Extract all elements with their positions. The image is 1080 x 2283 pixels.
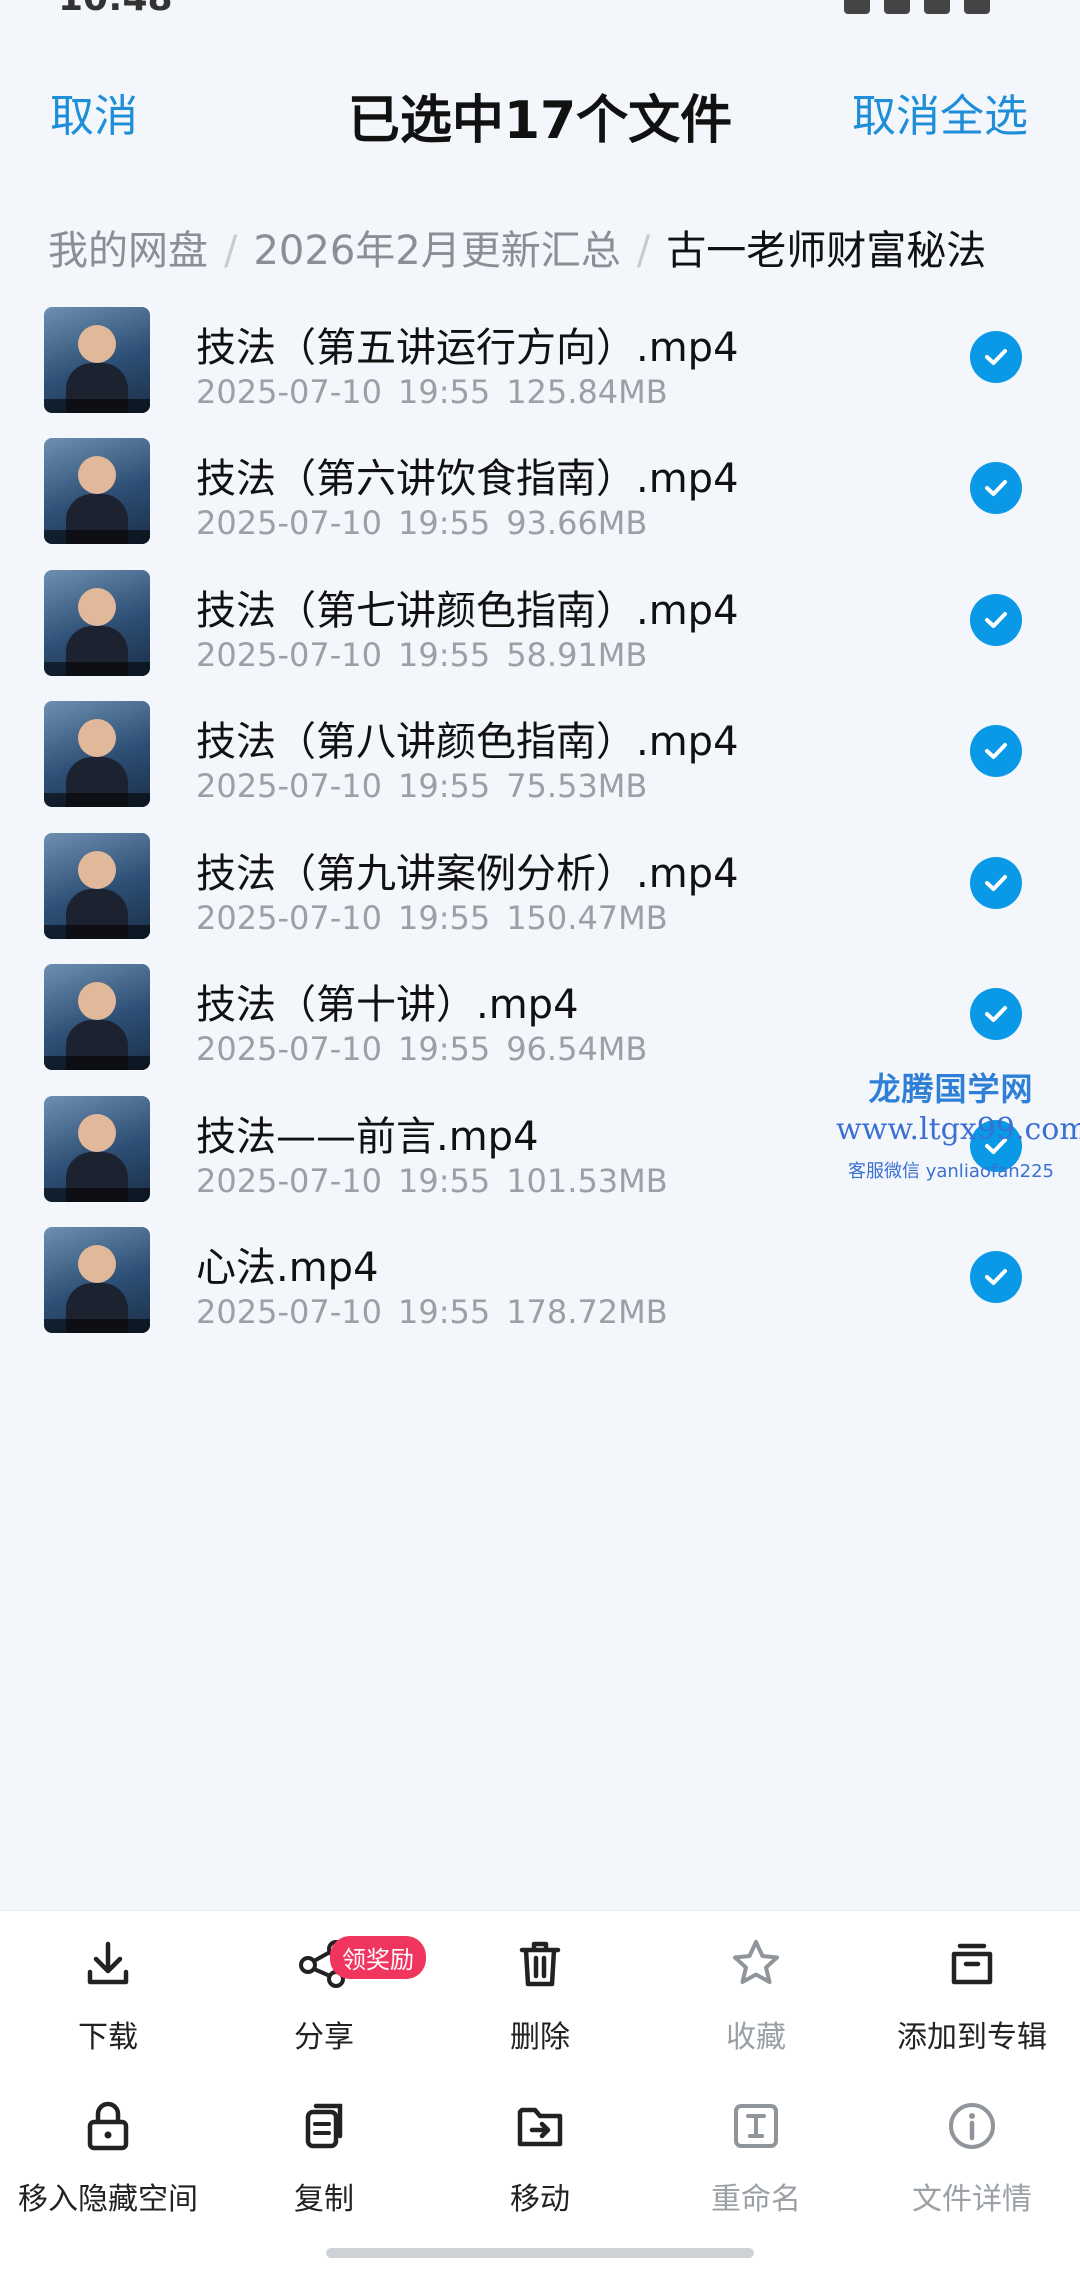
- file-time: 19:55: [397, 504, 491, 542]
- file-date: 2025-07-10: [196, 1030, 382, 1068]
- rename-icon: [726, 2096, 786, 2156]
- file-time: 19:55: [397, 1030, 491, 1068]
- file-time: 19:55: [397, 899, 491, 937]
- breadcrumb-folder[interactable]: 2026年2月更新汇总: [253, 228, 620, 274]
- file-name: 心法.mp4: [196, 1245, 379, 1291]
- checkbox-checked-icon[interactable]: [970, 594, 1022, 646]
- file-date: 2025-07-10: [196, 767, 382, 805]
- share-reward-badge: 领奖励: [330, 1936, 426, 1979]
- checkbox-checked-icon[interactable]: [970, 725, 1022, 777]
- file-date: 2025-07-10: [196, 636, 382, 674]
- video-thumbnail: [44, 1096, 150, 1202]
- lock-icon: [78, 2096, 138, 2156]
- file-meta: 2025-07-10 19:55 101.53MB: [196, 1162, 668, 1200]
- file-name: 技法（第五讲运行方向）.mp4: [196, 325, 739, 371]
- file-size: 101.53MB: [506, 1162, 668, 1200]
- file-size: 58.91MB: [506, 636, 648, 674]
- file-name: 技法——前言.mp4: [196, 1114, 539, 1160]
- checkbox-checked-icon[interactable]: [970, 1251, 1022, 1303]
- move-folder-icon: [510, 2096, 570, 2156]
- breadcrumb-separator: /: [636, 228, 651, 274]
- file-meta: 2025-07-10 19:55 93.66MB: [196, 504, 647, 542]
- action-label: 移动: [510, 2182, 570, 2217]
- checkbox-checked-icon[interactable]: [970, 331, 1022, 383]
- watermark-url: www.ltgx99.com: [836, 1112, 1080, 1147]
- album-icon: [942, 1934, 1002, 1994]
- watermark-contact: 客服微信 yanliaofan225: [848, 1161, 1054, 1182]
- file-meta: 2025-07-10 19:55 58.91MB: [196, 636, 647, 674]
- breadcrumb-separator: /: [224, 228, 238, 274]
- file-meta: 2025-07-10 19:55 75.53MB: [196, 767, 647, 805]
- status-bar: 10:48: [0, 0, 1080, 20]
- breadcrumb: 我的网盘 / 2026年2月更新汇总 / 古一老师财富秘法: [48, 218, 986, 276]
- selection-header: 取消 已选中17个文件 取消全选: [0, 20, 1080, 190]
- action-label: 收藏: [726, 2020, 786, 2055]
- copy-icon: [294, 2096, 354, 2156]
- file-date: 2025-07-10: [196, 504, 382, 542]
- file-time: 19:55: [397, 636, 491, 674]
- video-thumbnail: [44, 438, 150, 544]
- file-name: 技法（第十讲）.mp4: [196, 982, 579, 1028]
- video-thumbnail: [44, 964, 150, 1070]
- video-thumbnail: [44, 701, 150, 807]
- watermark: 龙腾国学网 www.ltgx99.com 客服微信 yanliaofan225: [836, 1064, 1080, 1183]
- download-icon: [78, 1934, 138, 1994]
- status-time: 10:48: [58, 0, 173, 19]
- file-name: 技法（第八讲颜色指南）.mp4: [196, 719, 739, 765]
- file-date: 2025-07-10: [196, 373, 382, 411]
- breadcrumb-current: 古一老师财富秘法: [666, 228, 987, 274]
- file-date: 2025-07-10: [196, 1162, 382, 1200]
- action-label: 下载: [78, 2020, 138, 2055]
- file-size: 75.53MB: [506, 767, 648, 805]
- checkbox-checked-icon[interactable]: [970, 857, 1022, 909]
- deselect-all-button[interactable]: 取消全选: [852, 80, 1028, 144]
- action-label: 移入隐藏空间: [18, 2182, 198, 2217]
- action-label: 文件详情: [912, 2182, 1032, 2217]
- file-row[interactable]: 心法.mp4 2025-07-10 19:55 178.72MB: [0, 1227, 1080, 1417]
- action-label: 添加到专辑: [897, 2020, 1047, 2055]
- action-label: 重命名: [711, 2182, 801, 2217]
- file-size: 150.47MB: [506, 899, 668, 937]
- file-meta: 2025-07-10 19:55 96.54MB: [196, 1030, 647, 1068]
- video-thumbnail: [44, 307, 150, 413]
- home-indicator[interactable]: [326, 2248, 754, 2258]
- file-meta: 2025-07-10 19:55 178.72MB: [196, 1293, 668, 1331]
- file-name: 技法（第七讲颜色指南）.mp4: [196, 588, 739, 634]
- file-date: 2025-07-10: [196, 899, 382, 937]
- file-meta: 2025-07-10 19:55 150.47MB: [196, 899, 668, 937]
- video-thumbnail: [44, 570, 150, 676]
- info-icon: [942, 2096, 1002, 2156]
- status-icons: [830, 0, 1010, 14]
- trash-icon: [510, 1934, 570, 1994]
- checkbox-checked-icon[interactable]: [970, 988, 1022, 1040]
- video-thumbnail: [44, 833, 150, 939]
- file-name: 技法（第六讲饮食指南）.mp4: [196, 456, 739, 502]
- file-time: 19:55: [397, 373, 491, 411]
- file-size: 96.54MB: [506, 1030, 648, 1068]
- file-time: 19:55: [397, 767, 491, 805]
- action-label: 复制: [294, 2182, 354, 2217]
- page-title: 已选中17个文件: [347, 91, 733, 151]
- video-thumbnail: [44, 1227, 150, 1333]
- watermark-title: 龙腾国学网: [868, 1070, 1034, 1108]
- file-size: 178.72MB: [506, 1293, 668, 1331]
- checkbox-checked-icon[interactable]: [970, 462, 1022, 514]
- file-time: 19:55: [397, 1293, 491, 1331]
- star-icon: [726, 1934, 786, 1994]
- file-name: 技法（第九讲案例分析）.mp4: [196, 851, 739, 897]
- file-time: 19:55: [397, 1162, 491, 1200]
- file-size: 125.84MB: [506, 373, 668, 411]
- breadcrumb-root[interactable]: 我的网盘: [48, 228, 208, 274]
- file-meta: 2025-07-10 19:55 125.84MB: [196, 373, 668, 411]
- file-size: 93.66MB: [506, 504, 648, 542]
- action-label: 删除: [510, 2020, 570, 2055]
- action-label: 分享: [294, 2020, 354, 2055]
- file-date: 2025-07-10: [196, 1293, 382, 1331]
